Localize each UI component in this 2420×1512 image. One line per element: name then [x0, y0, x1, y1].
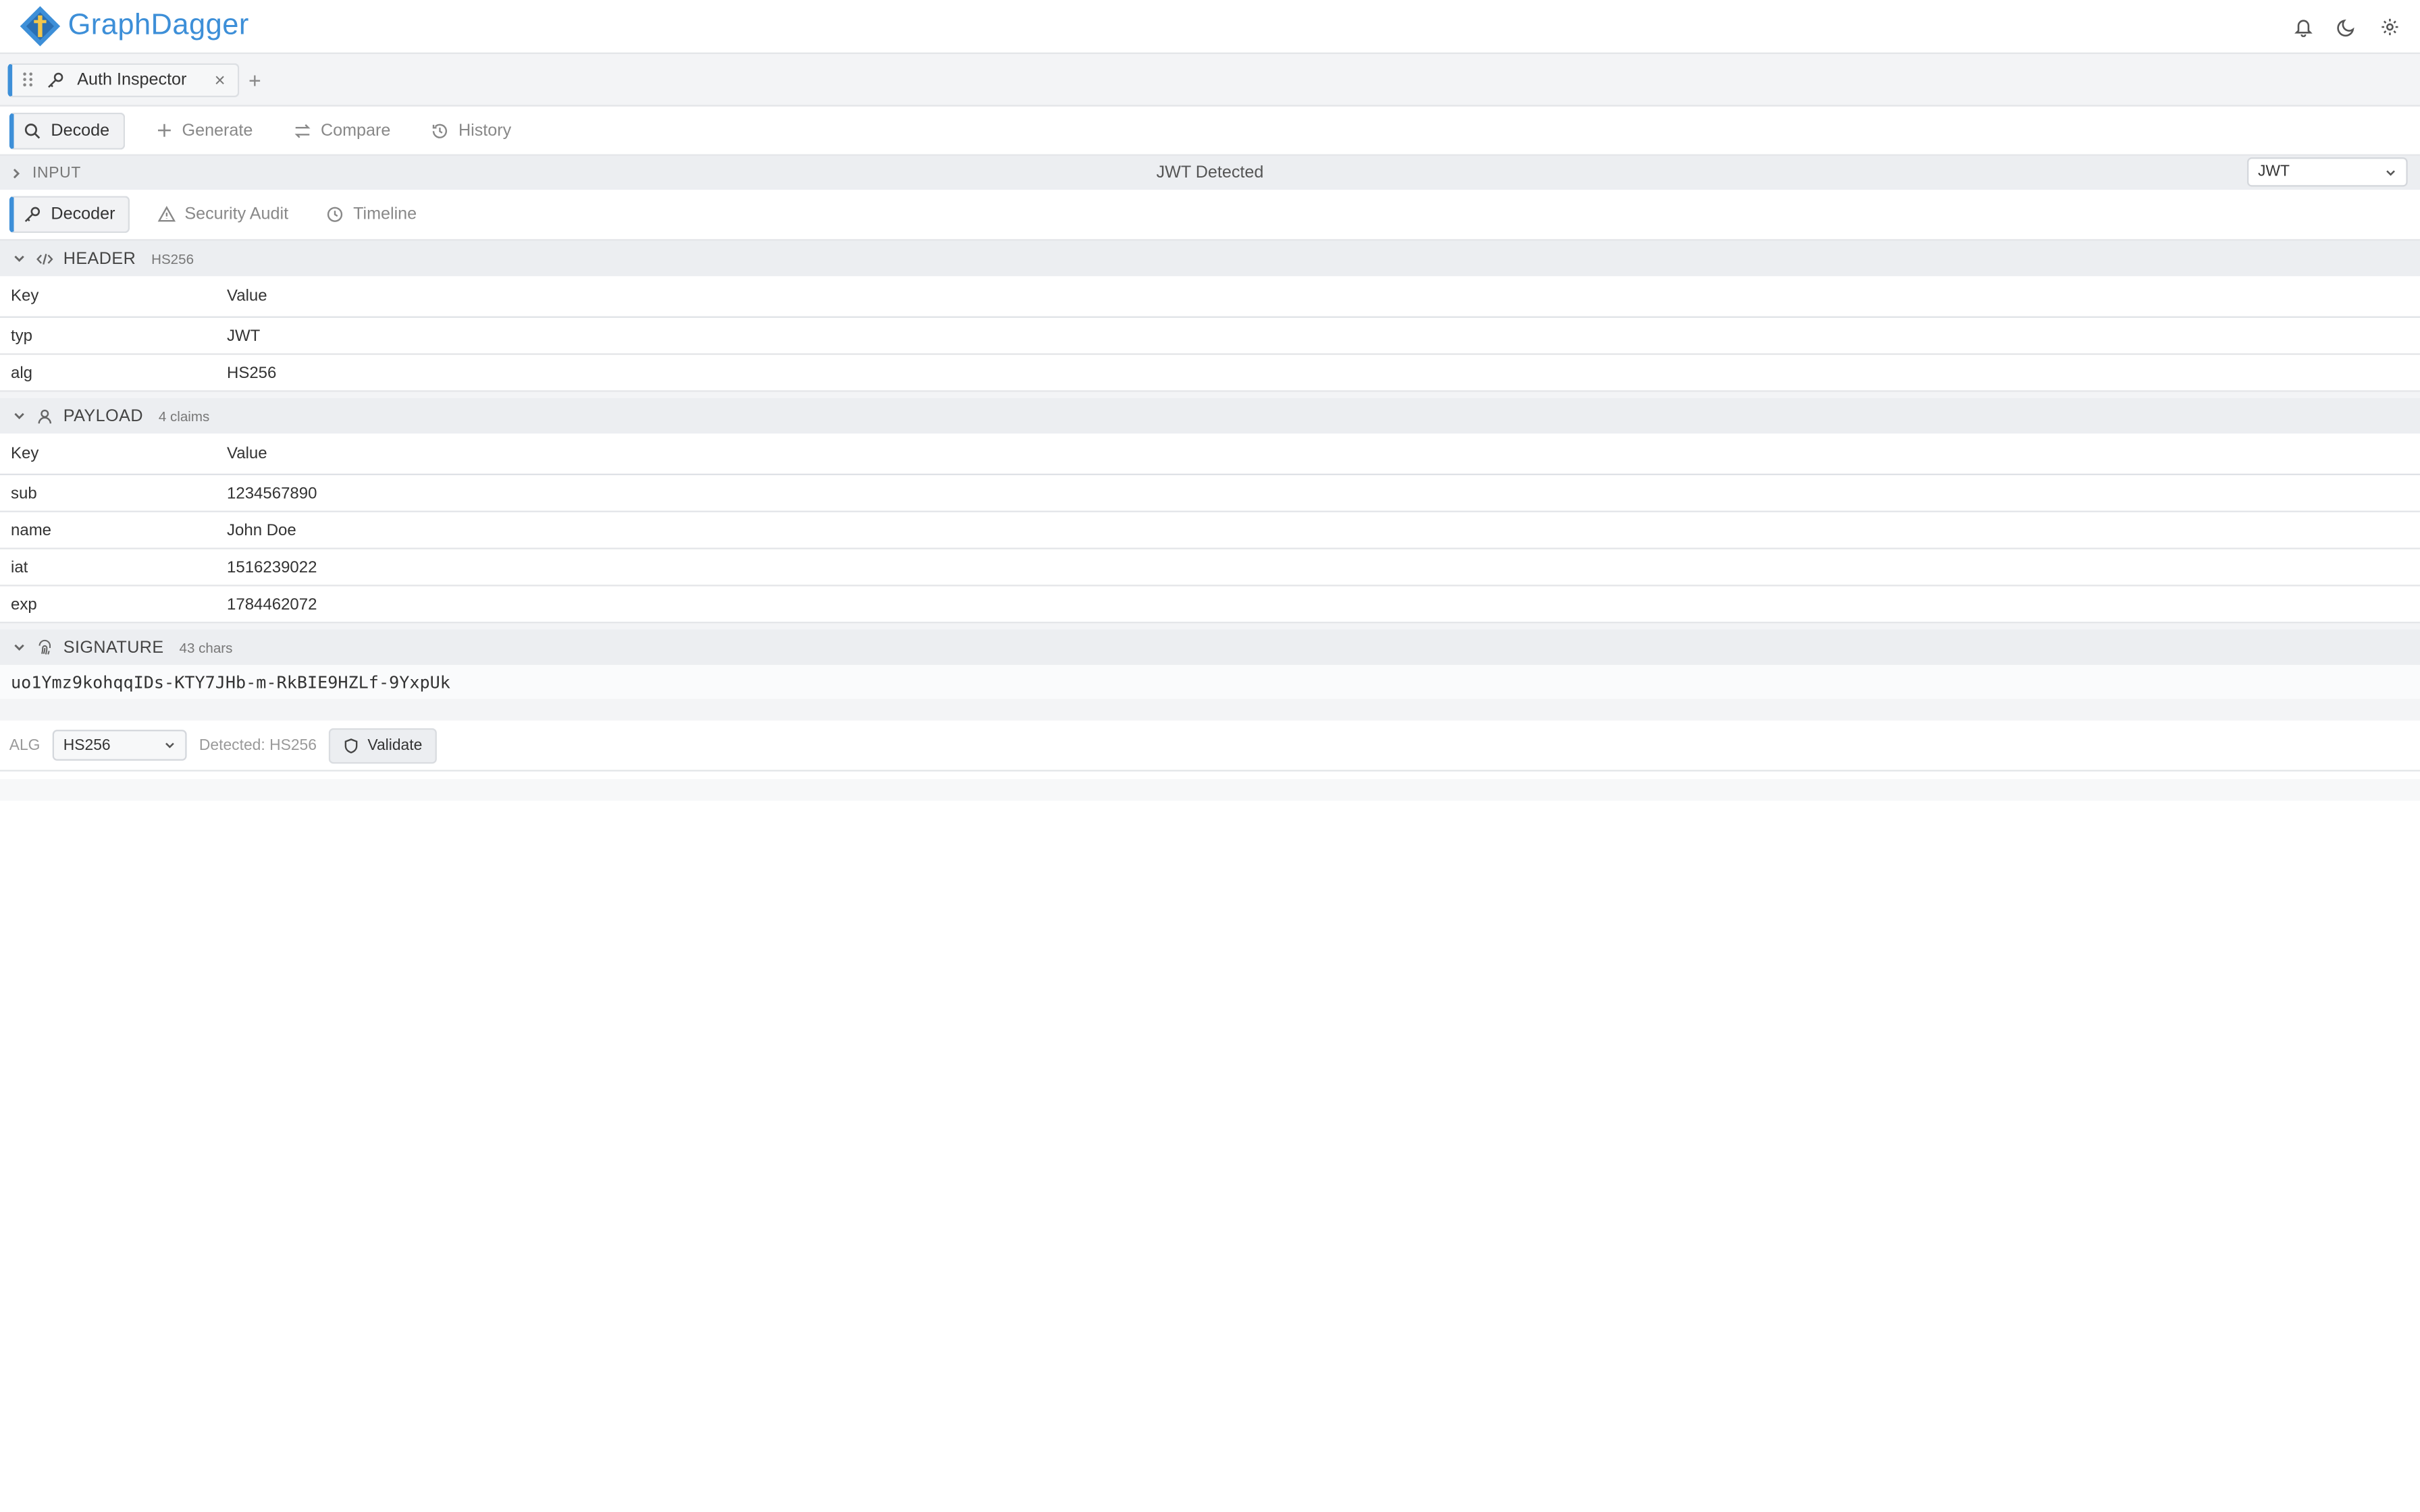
table-row[interactable]: name John Doe	[0, 511, 2420, 549]
section-divider	[0, 623, 2420, 630]
subtab-decoder[interactable]: Decoder	[9, 196, 130, 234]
add-tab-button[interactable]: +	[248, 67, 261, 92]
claim-key: alg	[0, 354, 216, 392]
workspace-tabs: Auth Inspector × +	[0, 53, 2420, 107]
detected-alg: Detected: HS256	[199, 736, 317, 754]
code-icon	[36, 249, 54, 267]
chevron-down-icon	[12, 641, 26, 655]
table-row[interactable]: iat 1516239022	[0, 548, 2420, 587]
shield-icon	[343, 736, 360, 753]
key-icon	[23, 205, 41, 223]
clock-icon	[325, 205, 344, 223]
signature-section-toggle[interactable]: SIGNATURE 43 chars	[0, 629, 2420, 666]
input-label: INPUT	[32, 164, 81, 182]
mode-compare[interactable]: Compare	[284, 113, 400, 147]
section-badge: 4 claims	[158, 408, 210, 424]
subtab-label: Timeline	[353, 205, 417, 224]
claim-value: 1516239022	[215, 548, 2420, 587]
claim-key: typ	[0, 317, 216, 355]
table-row[interactable]: sub 1234567890	[0, 474, 2420, 512]
claim-key: name	[0, 511, 216, 549]
payload-section-toggle[interactable]: PAYLOAD 4 claims	[0, 398, 2420, 434]
token-type-value: JWT	[2257, 163, 2290, 181]
brand[interactable]: GraphDagger	[18, 5, 248, 48]
token-type-select[interactable]: JWT	[2246, 157, 2408, 187]
chevron-right-icon[interactable]	[9, 166, 24, 180]
claim-key: exp	[0, 585, 216, 624]
claim-value: 1234567890	[215, 474, 2420, 512]
subtab-timeline[interactable]: Timeline	[316, 198, 426, 232]
mode-label: Decode	[51, 121, 110, 140]
fingerprint-icon	[36, 638, 54, 656]
subtab-label: Security Audit	[184, 205, 289, 224]
subtab-security-audit[interactable]: Security Audit	[147, 198, 297, 232]
validate-button[interactable]: Validate	[329, 727, 436, 763]
header-table: Key Value typ JWT alg HS256	[0, 276, 2420, 392]
close-icon[interactable]: ×	[215, 69, 226, 90]
claim-value: HS256	[215, 354, 2420, 392]
claim-value: John Doe	[215, 511, 2420, 549]
app-name: GraphDagger	[68, 9, 249, 42]
search-icon	[23, 121, 41, 139]
drag-handle-icon[interactable]	[22, 71, 34, 88]
warning-icon	[157, 205, 176, 223]
column-header-value: Value	[215, 276, 2420, 318]
validation-result	[0, 779, 2420, 801]
input-section[interactable]: INPUT JWT Detected JWT	[0, 155, 2420, 190]
alg-select-value: HS256	[63, 736, 111, 754]
user-icon	[36, 406, 54, 425]
claim-key: iat	[0, 548, 216, 587]
validation-bar: ALG HS256 Detected: HS256 Validate	[0, 720, 2420, 772]
detection-status: JWT Detected	[1156, 163, 1264, 182]
mode-generate[interactable]: Generate	[147, 113, 262, 147]
app-header: GraphDagger	[0, 0, 2420, 54]
mode-nav: Decode Generate Compare History	[0, 107, 2420, 156]
mode-label: Compare	[320, 121, 391, 140]
gear-icon[interactable]	[2377, 14, 2402, 39]
header-section-toggle[interactable]: HEADER HS256	[0, 240, 2420, 277]
decoder-subtabs: Decoder Security Audit Timeline	[0, 190, 2420, 241]
table-header-row: Key Value	[0, 433, 2420, 475]
alg-select[interactable]: HS256	[52, 730, 187, 761]
tab-label: Auth Inspector	[77, 70, 187, 89]
chevron-down-icon	[163, 739, 176, 751]
section-divider	[0, 392, 2420, 398]
table-row[interactable]: alg HS256	[0, 354, 2420, 392]
mode-label: Generate	[182, 121, 253, 140]
claim-value: JWT	[215, 317, 2420, 355]
section-title: PAYLOAD	[63, 406, 143, 425]
column-header-key: Key	[0, 276, 216, 318]
history-icon	[431, 121, 449, 139]
table-row[interactable]: typ JWT	[0, 317, 2420, 355]
alg-label: ALG	[9, 736, 41, 754]
section-divider	[0, 699, 2420, 721]
key-icon	[47, 70, 65, 88]
table-row[interactable]: exp 1784462072	[0, 585, 2420, 624]
mode-decode[interactable]: Decode	[9, 111, 125, 149]
column-header-key: Key	[0, 433, 216, 475]
signature-value[interactable]: uo1Ymz9kohqqIDs-KTY7JHb-m-RkBIE9HZLf-9Yx…	[0, 665, 2420, 699]
moon-icon[interactable]	[2334, 14, 2359, 39]
chevron-down-icon	[12, 252, 26, 266]
section-badge: 43 chars	[179, 639, 233, 655]
claim-key: sub	[0, 474, 216, 512]
mode-label: History	[458, 121, 512, 140]
table-header-row: Key Value	[0, 276, 2420, 318]
section-title: HEADER	[63, 249, 136, 268]
plus-icon	[156, 122, 173, 139]
logo-icon	[18, 5, 61, 48]
chevron-down-icon	[2384, 166, 2396, 178]
bell-icon[interactable]	[2290, 14, 2315, 39]
column-header-value: Value	[215, 433, 2420, 475]
section-badge: HS256	[151, 250, 194, 267]
mode-history[interactable]: History	[421, 113, 521, 147]
payload-table: Key Value sub 1234567890 name John Doe i…	[0, 433, 2420, 624]
chevron-down-icon	[12, 409, 26, 423]
arrows-icon	[293, 121, 311, 139]
validate-label: Validate	[367, 736, 423, 754]
subtab-label: Decoder	[51, 205, 115, 224]
claim-value: 1784462072	[215, 585, 2420, 624]
section-title: SIGNATURE	[63, 638, 164, 657]
tab-auth-inspector[interactable]: Auth Inspector ×	[7, 62, 240, 97]
